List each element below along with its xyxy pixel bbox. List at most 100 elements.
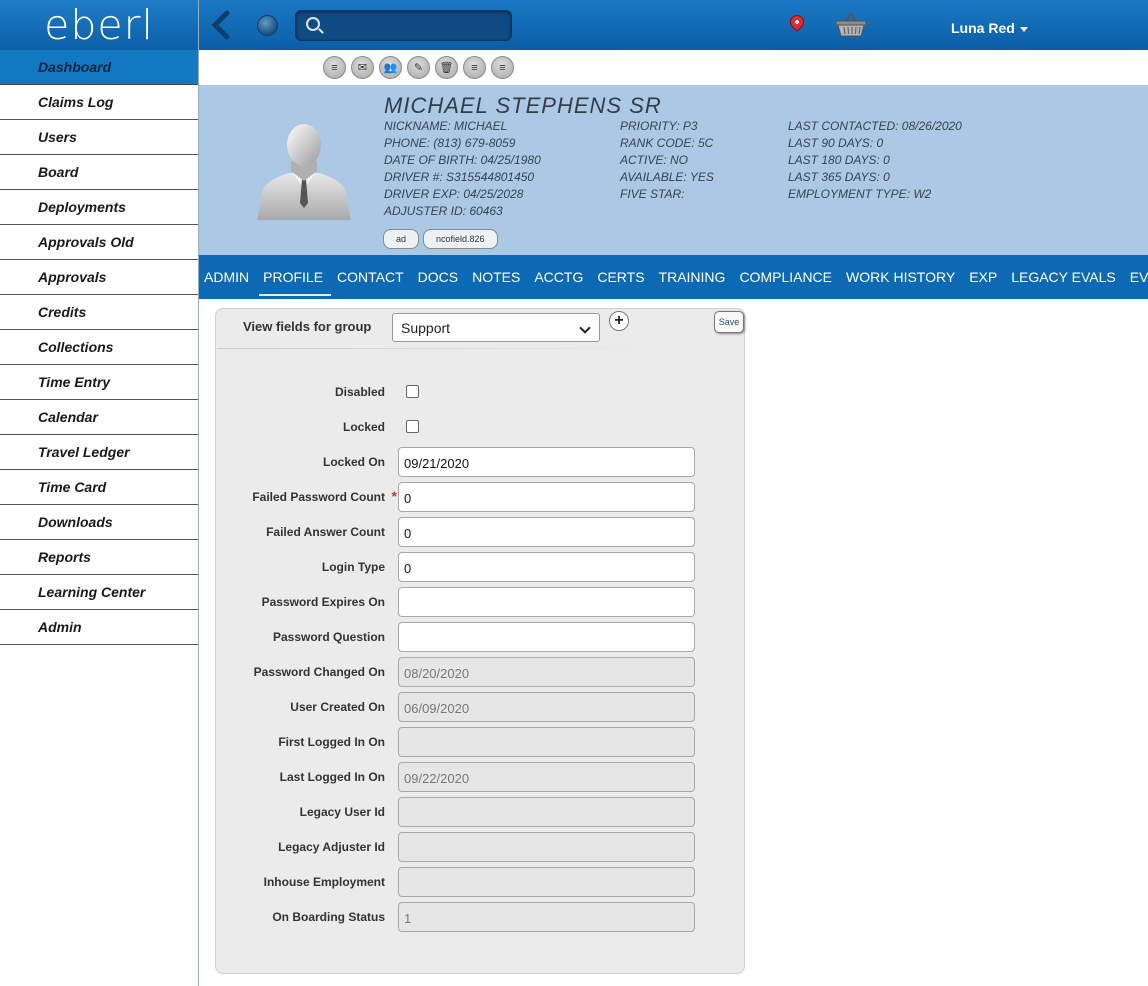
- locked-checkbox[interactable]: [406, 420, 419, 433]
- tab-admin[interactable]: ADMIN: [204, 269, 249, 285]
- field-label: Disabled: [334, 385, 385, 399]
- search-input[interactable]: [295, 10, 512, 41]
- profile-detail: PHONE: (813) 679-8059: [384, 136, 516, 150]
- form-row-disabled: Disabled: [216, 377, 746, 407]
- profile-detail: AVAILABLE: YES: [620, 170, 714, 184]
- tab-certs[interactable]: CERTS: [597, 269, 644, 285]
- tab-profile[interactable]: PROFILE: [259, 269, 331, 296]
- sidebar-item-reports[interactable]: Reports: [0, 540, 198, 575]
- profile-detail: FIVE STAR:: [620, 187, 685, 201]
- form-row-failed-answer-count: Failed Answer Count 0: [216, 517, 746, 547]
- form-row-login-type: Login Type 0: [216, 552, 746, 582]
- field-label: Password Question: [272, 630, 385, 644]
- legacy-user-id-field: [398, 797, 695, 827]
- sidebar-item-calendar[interactable]: Calendar: [0, 400, 198, 435]
- sidebar-item-board[interactable]: Board: [0, 155, 198, 190]
- group-label: View fields for group: [243, 319, 372, 334]
- field-label: Login Type: [321, 560, 385, 574]
- sidebar-item-dashboard[interactable]: Dashboard: [0, 50, 198, 85]
- add-group-button[interactable]: +: [609, 311, 629, 331]
- sidebar-item-approvals-old[interactable]: Approvals Old: [0, 225, 198, 260]
- people-icon[interactable]: 👥: [379, 56, 402, 79]
- field-label: Legacy User Id: [299, 805, 385, 819]
- edit-icon[interactable]: ✎: [407, 56, 430, 79]
- tab-compliance[interactable]: COMPLIANCE: [739, 269, 832, 285]
- sidebar-item-collections[interactable]: Collections: [0, 330, 198, 365]
- trash-icon[interactable]: 🗑: [435, 56, 458, 79]
- chevron-down-icon: [1019, 26, 1028, 32]
- sidebar-item-admin[interactable]: Admin: [0, 610, 198, 645]
- sidebar-item-users[interactable]: Users: [0, 120, 198, 155]
- profile-tag[interactable]: ad: [383, 229, 420, 249]
- tab-training[interactable]: TRAINING: [659, 269, 726, 285]
- password-expires-on-field[interactable]: [398, 587, 695, 617]
- profile-detail: DRIVER #: S315544801450: [384, 170, 535, 184]
- note-icon[interactable]: ≡: [463, 56, 486, 79]
- field-label: First Logged In On: [278, 735, 385, 749]
- tab-legacy-evals[interactable]: LEGACY EVALS: [1011, 269, 1116, 285]
- locked-on-field[interactable]: 09/21/2020: [398, 447, 695, 477]
- back-arrow-icon[interactable]: [209, 10, 233, 40]
- group-select[interactable]: Support: [392, 313, 600, 342]
- form-row-user-created-on: User Created On 06/09/2020: [216, 692, 746, 722]
- field-label: Locked: [342, 420, 385, 434]
- note-icon[interactable]: ≡: [491, 56, 514, 79]
- tab-docs[interactable]: DOCS: [418, 269, 458, 285]
- field-label: Last Logged In On: [279, 770, 385, 784]
- sidebar-nav: Dashboard Claims Log Users Board Deployments…: [0, 50, 198, 645]
- sidebar-item-time-entry[interactable]: Time Entry: [0, 365, 198, 400]
- tab-contact[interactable]: CONTACT: [337, 269, 404, 285]
- form-row-locked: Locked: [216, 412, 746, 442]
- profile-details-col3: LAST CONTACTED: 08/26/2020 LAST 90 DAYS: …: [788, 118, 962, 203]
- password-question-field[interactable]: [398, 622, 695, 652]
- profile-detail: RANK CODE: 5C: [620, 136, 714, 150]
- user-menu[interactable]: Luna Red: [951, 20, 1028, 36]
- profile-detail: EMPLOYMENT TYPE: W2: [788, 187, 932, 201]
- tab-evals[interactable]: EVALS: [1130, 269, 1148, 285]
- profile-detail: DRIVER EXP: 04/25/2028: [384, 187, 524, 201]
- form-row-legacy-user-id: Legacy User Id: [216, 797, 746, 827]
- profile-detail: PRIORITY: P3: [620, 119, 698, 133]
- profile-details-col2: PRIORITY: P3 RANK CODE: 5C ACTIVE: NO AVAIL…: [620, 118, 714, 203]
- sidebar-item-travel-ledger[interactable]: Travel Ledger: [0, 435, 198, 470]
- form-panel: View fields for group Support + Save Dis…: [215, 308, 745, 974]
- note-icon[interactable]: ≡: [323, 56, 346, 79]
- field-label: Failed Password Count: [252, 490, 385, 504]
- sidebar-item-deployments[interactable]: Deployments: [0, 190, 198, 225]
- form-row-inhouse-employment: Inhouse Employment: [216, 867, 746, 897]
- mail-icon[interactable]: ✉: [351, 56, 374, 79]
- basket-icon[interactable]: [835, 12, 867, 37]
- password-changed-on-field: 08/20/2020: [398, 657, 695, 687]
- form-row-first-logged-in-on: First Logged In On: [216, 727, 746, 757]
- sidebar-item-claims-log[interactable]: Claims Log: [0, 85, 198, 120]
- profile-detail: LAST CONTACTED: 08/26/2020: [788, 119, 962, 133]
- first-logged-in-on-field: [398, 727, 695, 757]
- tab-bar: ADMIN PROFILE CONTACT DOCS NOTES ACCTG CERTS TR…: [199, 255, 1148, 299]
- field-label: Legacy Adjuster Id: [278, 840, 385, 854]
- tab-acctg[interactable]: ACCTG: [534, 269, 583, 285]
- form-row-locked-on: Locked On 09/21/2020: [216, 447, 746, 477]
- tab-work-history[interactable]: WORK HISTORY: [846, 269, 955, 285]
- save-button[interactable]: Save: [714, 311, 744, 333]
- form-row-on-boarding-status: On Boarding Status 1: [216, 902, 746, 932]
- login-type-field[interactable]: 0: [398, 552, 695, 582]
- map-pin-icon[interactable]: [787, 12, 807, 32]
- failed-password-count-field[interactable]: 0: [398, 482, 695, 512]
- disabled-checkbox[interactable]: [406, 385, 419, 398]
- sidebar-item-approvals[interactable]: Approvals: [0, 260, 198, 295]
- legacy-adjuster-id-field: [398, 832, 695, 862]
- sidebar-item-credits[interactable]: Credits: [0, 295, 198, 330]
- sidebar-item-time-card[interactable]: Time Card: [0, 470, 198, 505]
- profile-name: MICHAEL STEPHENS SR: [384, 93, 662, 118]
- field-label: Locked On: [322, 455, 385, 469]
- sidebar-item-learning-center[interactable]: Learning Center: [0, 575, 198, 610]
- profile-tag[interactable]: ncofield.826: [423, 229, 498, 249]
- sidebar-item-downloads[interactable]: Downloads: [0, 505, 198, 540]
- globe-icon[interactable]: [257, 15, 278, 36]
- action-toolbar: ≡ ✉ 👥 ✎ 🗑 ≡ ≡: [323, 56, 514, 79]
- tab-notes[interactable]: NOTES: [472, 269, 520, 285]
- field-label: On Boarding Status: [272, 910, 385, 924]
- top-bar: Luna Red: [199, 0, 1148, 50]
- failed-answer-count-field[interactable]: 0: [398, 517, 695, 547]
- tab-exp[interactable]: EXP: [969, 269, 997, 285]
